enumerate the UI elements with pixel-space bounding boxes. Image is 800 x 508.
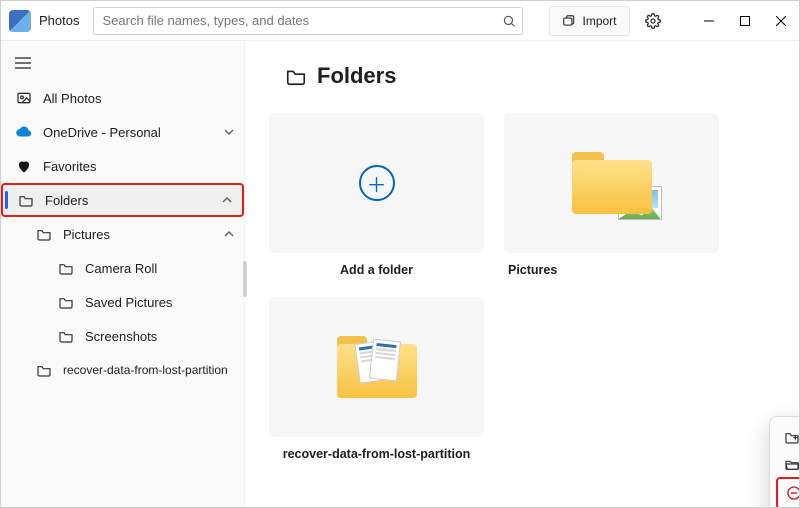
tile-caption: recover-data-from-lost-partition (283, 447, 471, 461)
cloud-icon (15, 126, 33, 138)
sidebar-item-camera-roll[interactable]: Camera Roll (1, 251, 244, 285)
folder-open-icon (784, 457, 799, 471)
sidebar-item-label: Folders (45, 193, 88, 208)
context-menu-remove-folder[interactable]: Remove folder (776, 477, 799, 507)
gear-icon (645, 13, 661, 29)
context-menu-create-folder[interactable]: Create folder (776, 423, 799, 450)
sidebar: All Photos OneDrive - Personal Favorites… (1, 41, 245, 507)
tile-caption: Add a folder (340, 263, 413, 277)
hamburger-button[interactable] (5, 47, 41, 79)
import-icon (562, 14, 576, 28)
sidebar-item-saved-pictures[interactable]: Saved Pictures (1, 285, 244, 319)
photo-thumbnail-icon (618, 186, 662, 220)
folder-icon (57, 329, 75, 343)
sidebar-item-label: Screenshots (85, 329, 157, 344)
sidebar-item-favorites[interactable]: Favorites (1, 149, 244, 183)
tile-caption: Pictures (508, 263, 557, 277)
sidebar-item-label: OneDrive - Personal (43, 125, 161, 140)
new-folder-icon (784, 430, 799, 444)
folder-icon (17, 193, 35, 207)
app-title: Photos (39, 13, 79, 28)
sidebar-item-label: Saved Pictures (85, 295, 172, 310)
search-icon[interactable] (502, 14, 516, 28)
sidebar-item-label: Camera Roll (85, 261, 157, 276)
sidebar-item-label: Favorites (43, 159, 96, 174)
photos-icon (15, 90, 33, 106)
tile-add-folder[interactable]: ＋ Add a folder (269, 113, 484, 277)
folder-icon (35, 227, 53, 241)
close-button[interactable] (763, 7, 799, 35)
search-input[interactable] (100, 8, 502, 34)
sidebar-item-label: recover-data-from-lost-partition (63, 363, 228, 377)
sidebar-item-screenshots[interactable]: Screenshots (1, 319, 244, 353)
folder-icon (285, 66, 307, 86)
sidebar-item-label: All Photos (43, 91, 102, 106)
title-bar: Photos Import (1, 1, 799, 41)
chevron-up-icon (224, 229, 234, 239)
search-box[interactable] (93, 7, 523, 35)
page-header: Folders (285, 63, 775, 89)
main-content: Folders ＋ Add a folder Pictures (245, 41, 799, 507)
sidebar-item-recover-partition[interactable]: recover-data-from-lost-partition (1, 353, 244, 387)
folder-pictures-icon (572, 152, 652, 214)
sidebar-item-folders[interactable]: Folders (1, 183, 244, 217)
app-icon (9, 10, 31, 32)
folder-icon (57, 295, 75, 309)
maximize-button[interactable] (727, 7, 763, 35)
folder-icon (57, 261, 75, 275)
folder-documents-icon (337, 336, 417, 398)
sidebar-item-pictures[interactable]: Pictures (1, 217, 244, 251)
sidebar-item-all-photos[interactable]: All Photos (1, 81, 244, 115)
minimize-button[interactable] (691, 7, 727, 35)
chevron-up-icon (222, 195, 232, 205)
page-title: Folders (317, 63, 396, 89)
sidebar-item-onedrive[interactable]: OneDrive - Personal (1, 115, 244, 149)
folder-icon (35, 363, 53, 377)
plus-circle-icon: ＋ (359, 165, 395, 201)
tile-recover-partition[interactable]: recover-data-from-lost-partition (269, 297, 484, 461)
settings-button[interactable] (638, 6, 668, 36)
heart-icon (15, 159, 33, 173)
import-label: Import (582, 14, 616, 28)
chevron-down-icon (224, 127, 234, 137)
sidebar-item-label: Pictures (63, 227, 110, 242)
context-menu-open-explorer[interactable]: Open in File Explorer (776, 450, 799, 477)
tile-pictures[interactable]: Pictures (504, 113, 719, 277)
remove-icon (786, 485, 799, 501)
context-menu: Create folder Open in File Explorer Remo… (769, 416, 799, 507)
window-controls (691, 7, 799, 35)
import-button[interactable]: Import (549, 6, 629, 36)
